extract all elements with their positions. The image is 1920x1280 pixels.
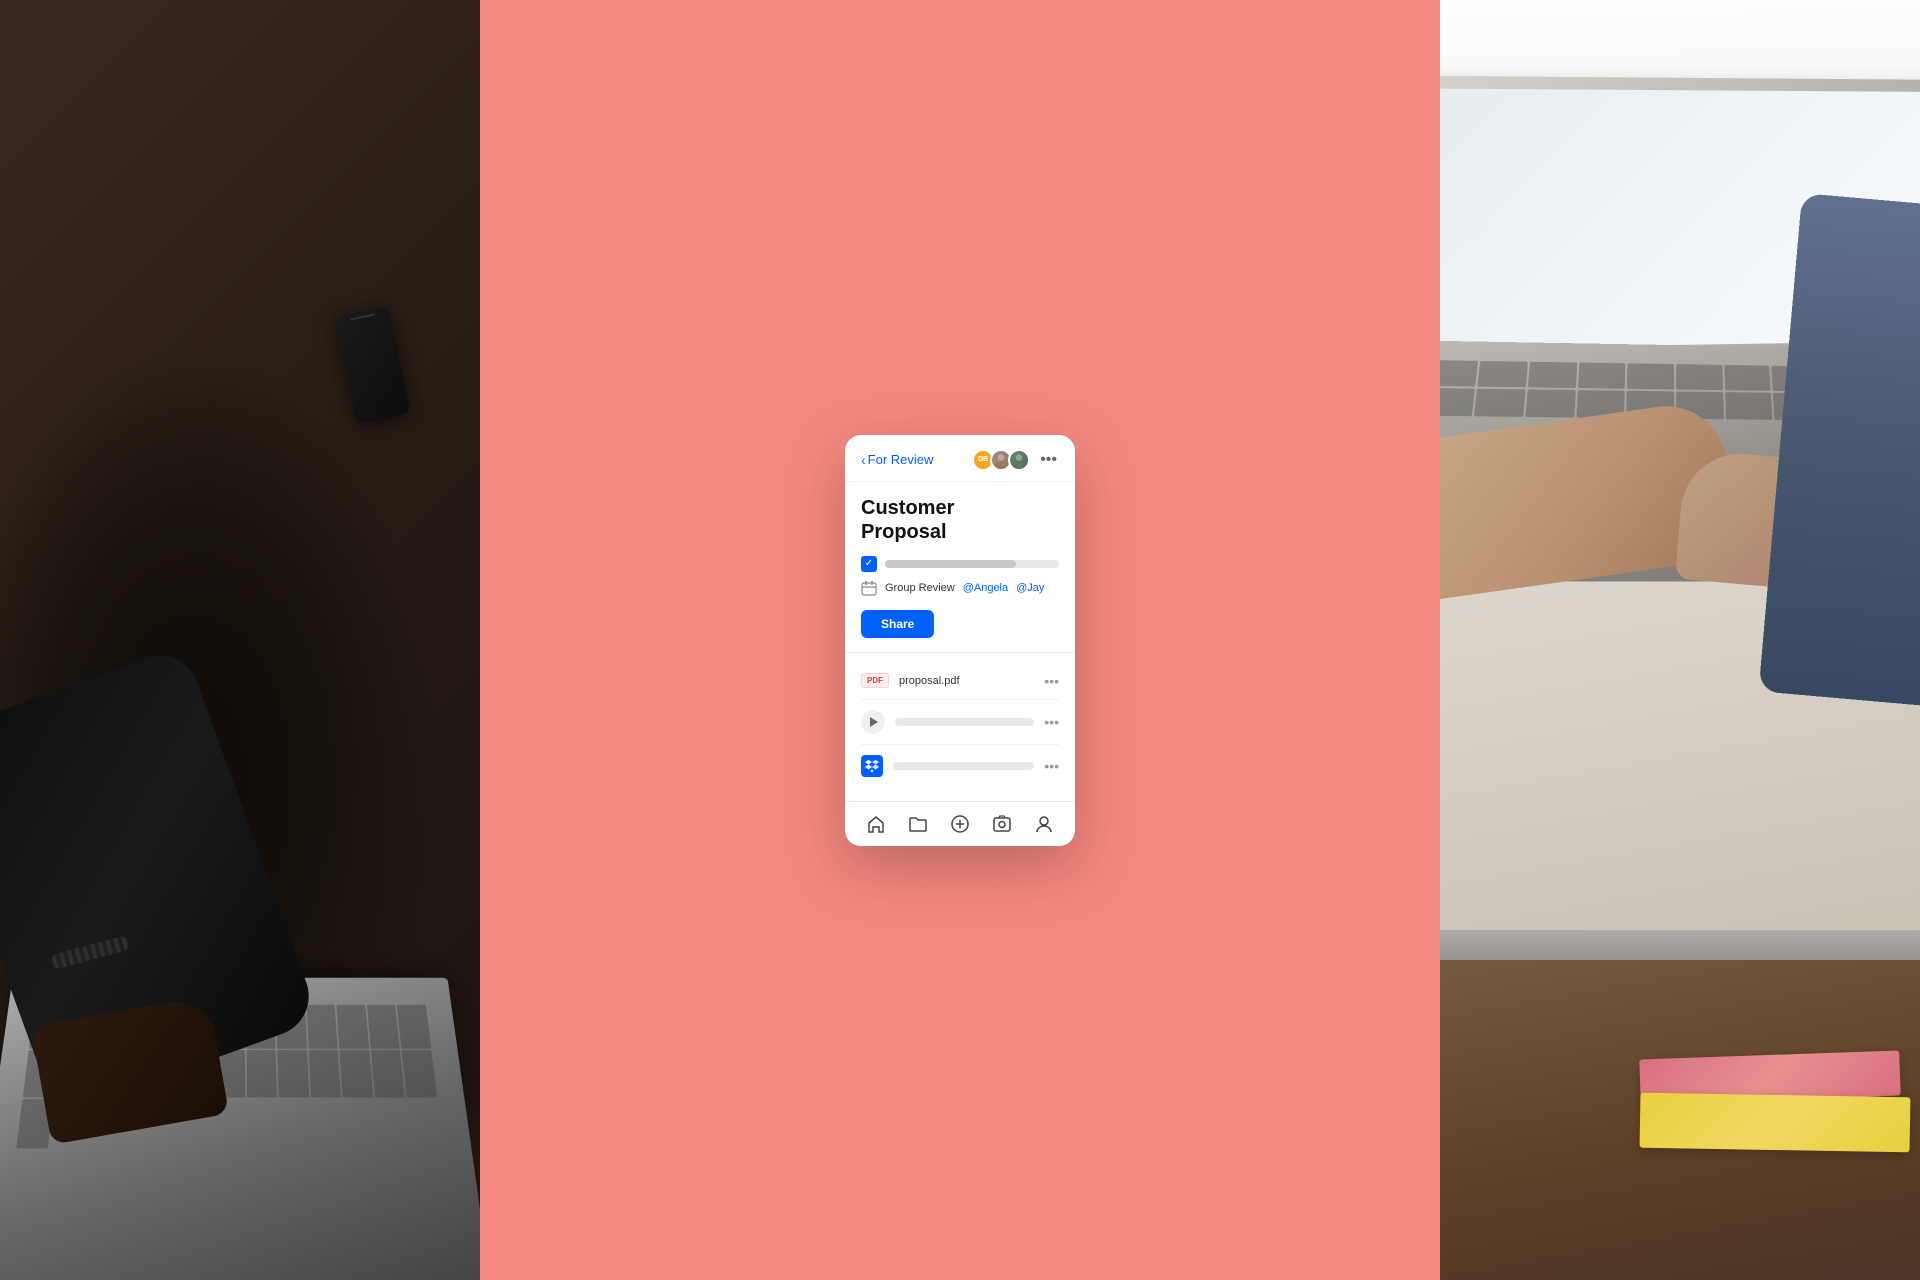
file-row-video[interactable]: ••• (861, 700, 1059, 745)
divider (845, 652, 1075, 653)
right-panel (1440, 0, 1920, 1280)
video-more-button[interactable]: ••• (1044, 714, 1059, 730)
key (1440, 360, 1478, 387)
key (1627, 363, 1674, 390)
file-row-pdf[interactable]: PDF proposal.pdf ••• (861, 663, 1059, 700)
mention-jay[interactable]: @Jay (1016, 582, 1044, 594)
key (371, 1050, 405, 1097)
pdf-more-button[interactable]: ••• (1044, 673, 1059, 689)
key (402, 1050, 437, 1097)
home-nav-icon[interactable] (866, 814, 886, 834)
left-panel (0, 0, 480, 1280)
back-button[interactable]: ‹ For Review (861, 452, 933, 468)
more-options-button[interactable]: ••• (1038, 449, 1059, 471)
key (278, 1050, 310, 1097)
key (1724, 365, 1771, 391)
calendar-icon (861, 580, 877, 596)
photo-nav-icon[interactable] (992, 814, 1012, 834)
key (309, 1050, 341, 1097)
play-triangle (870, 717, 878, 727)
file-placeholder-dropbox (893, 762, 1034, 770)
progress-bar-container (885, 560, 1059, 568)
file-placeholder-video (895, 718, 1034, 726)
bottom-nav (845, 801, 1075, 846)
card-body: CustomerProposal ✓ (845, 482, 1075, 801)
pdf-icon: PDF (861, 673, 889, 688)
folder-nav-icon[interactable] (908, 814, 928, 834)
document-title: CustomerProposal (861, 496, 1059, 544)
key (1525, 390, 1575, 418)
share-button[interactable]: Share (861, 610, 934, 638)
notebook-yellow (1640, 1093, 1911, 1153)
key (340, 1050, 373, 1097)
user-nav-icon[interactable] (1034, 814, 1054, 834)
add-nav-icon[interactable] (950, 814, 970, 834)
group-review-row: Group Review @Angela @Jay (861, 580, 1059, 596)
back-chevron-icon: ‹ (861, 452, 866, 468)
group-review-label: Group Review (885, 582, 955, 594)
avatar-user2 (1008, 449, 1030, 471)
avatars-row: DB (972, 449, 1030, 471)
key (246, 1050, 277, 1097)
checkbox-row: ✓ (861, 556, 1059, 572)
laptop-edge-right (1440, 930, 1920, 960)
play-icon (861, 710, 885, 734)
file-row-dropbox[interactable]: ••• (861, 745, 1059, 787)
key (1478, 361, 1528, 388)
card-header: ‹ For Review DB •• (845, 435, 1075, 482)
phone-speaker (350, 313, 375, 320)
phone-card: ‹ For Review DB •• (845, 435, 1075, 846)
file-name-pdf: proposal.pdf (899, 675, 1034, 687)
key (1676, 364, 1723, 390)
folder-name: For Review (868, 452, 934, 467)
mention-angela[interactable]: @Angela (963, 582, 1008, 594)
key (1725, 393, 1773, 420)
progress-bar-fill (885, 560, 1016, 568)
check-mark: ✓ (865, 559, 873, 569)
center-panel: ‹ For Review DB •• (480, 0, 1440, 1280)
key (337, 1005, 369, 1049)
dropbox-more-button[interactable]: ••• (1044, 758, 1059, 774)
key (1578, 363, 1626, 390)
checkbox[interactable]: ✓ (861, 556, 877, 572)
key (1474, 389, 1525, 417)
dropbox-icon (861, 755, 883, 777)
key (367, 1005, 400, 1049)
key (397, 1005, 431, 1049)
key (1440, 388, 1475, 416)
key (306, 1005, 337, 1049)
key (1528, 362, 1577, 389)
